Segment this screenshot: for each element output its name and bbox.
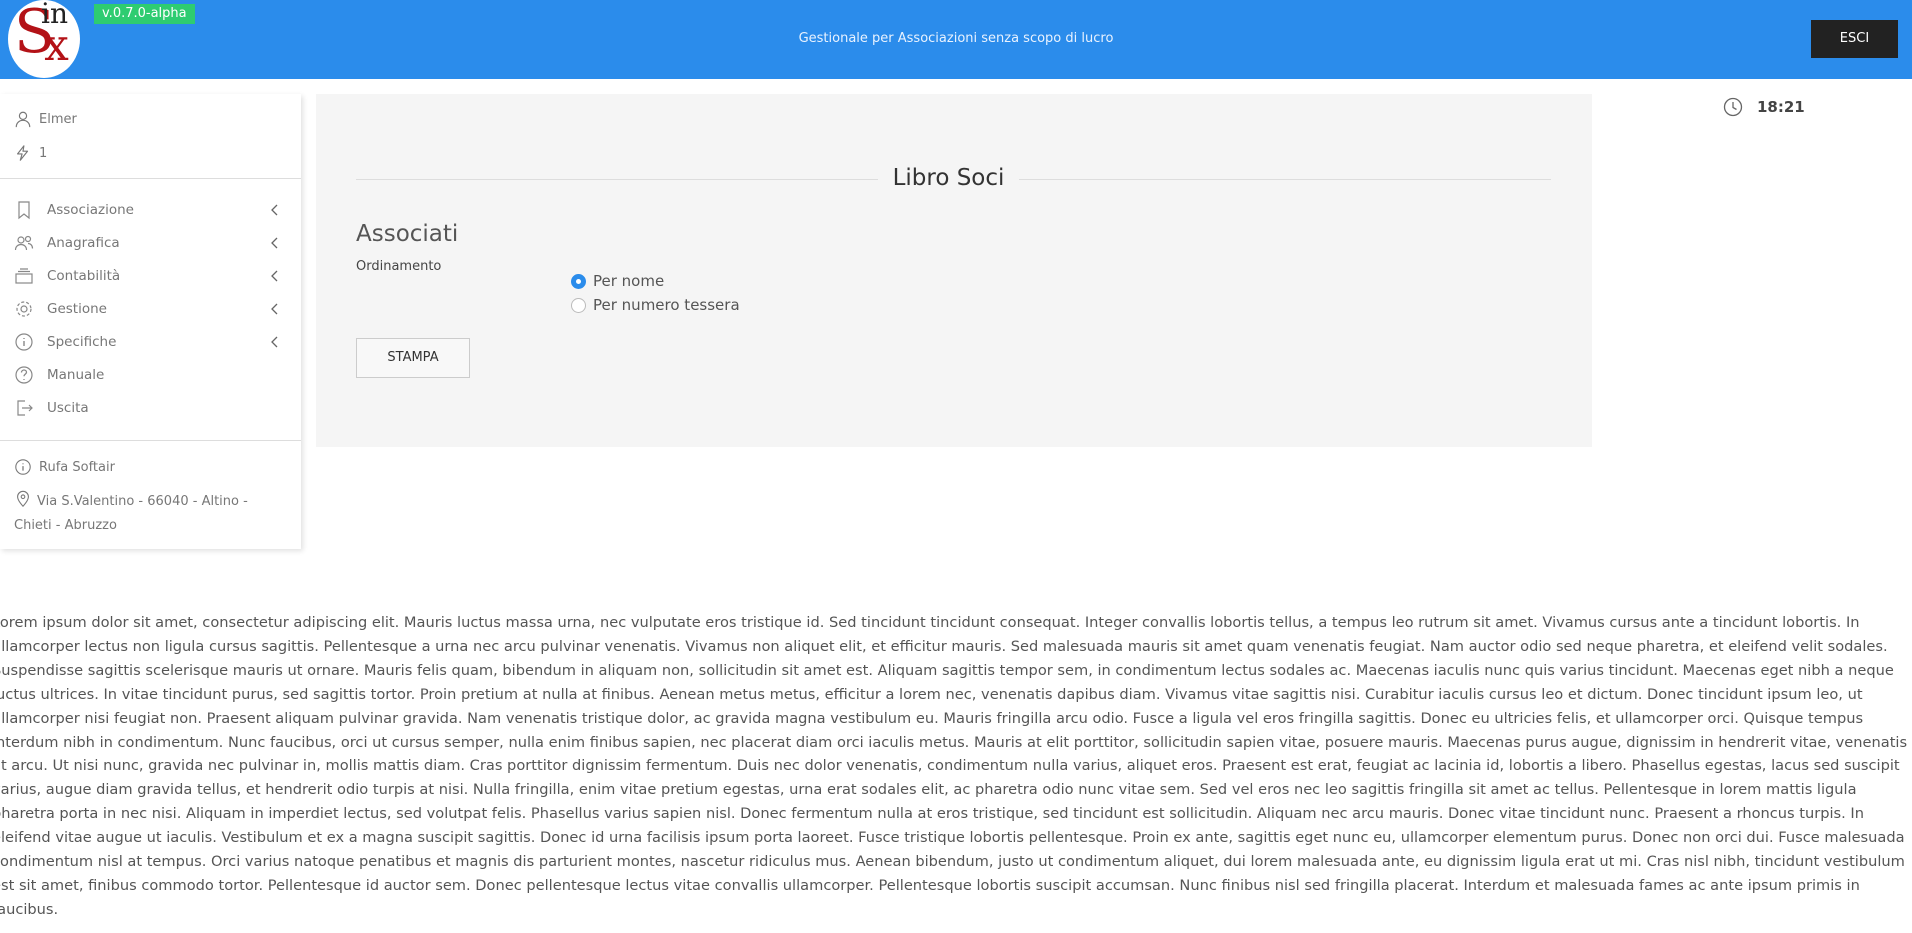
info-icon — [15, 459, 31, 475]
clock: 18:21 — [1723, 97, 1805, 117]
heading-rule-right — [1019, 179, 1551, 180]
sidebar-divider — [0, 178, 301, 179]
stack-icon — [15, 268, 33, 284]
chevron-left-icon — [271, 303, 278, 315]
logout-icon — [17, 400, 33, 416]
sidebar-item-associazione[interactable]: Associazione — [14, 198, 282, 222]
print-button[interactable]: STAMPA — [356, 338, 470, 378]
clock-icon — [1723, 97, 1743, 117]
sidebar-item-label: Manuale — [47, 367, 105, 383]
radio-sort-by-name[interactable]: Per nome — [571, 272, 664, 290]
version-badge: v.0.7.0-alpha — [94, 4, 195, 24]
exit-button[interactable]: ESCI — [1811, 20, 1898, 58]
radio-label: Per numero tessera — [593, 296, 740, 314]
sidebar-item-uscita[interactable]: Uscita — [14, 396, 282, 420]
app-subtitle: Gestionale per Associazioni senza scopo … — [798, 31, 1114, 46]
heading-rule-left — [356, 179, 878, 180]
help-icon — [15, 366, 33, 384]
user-icon — [15, 111, 31, 128]
sidebar-item-anagrafica[interactable]: Anagrafica — [14, 231, 282, 255]
top-bar: S in x v.0.7.0-alpha Gestionale per Asso… — [0, 0, 1912, 79]
company-name: Rufa Softair — [39, 459, 115, 475]
sidebar-item-label: Anagrafica — [47, 235, 120, 251]
info-icon — [15, 333, 33, 351]
radio-sort-by-card-number[interactable]: Per numero tessera — [571, 296, 740, 314]
sidebar-count: 1 — [14, 142, 47, 164]
address-text: Via S.Valentino - 66040 - Altino - Chiet… — [14, 494, 248, 533]
users-icon — [14, 235, 34, 251]
sidebar-item-gestione[interactable]: Gestione — [14, 297, 282, 321]
bookmark-icon — [18, 201, 30, 220]
radio-button-checked[interactable] — [571, 273, 586, 289]
chevron-left-icon — [271, 204, 278, 216]
sidebar-user: Elmer — [14, 108, 77, 130]
chevron-left-icon — [271, 237, 278, 249]
radio-label: Per nome — [593, 272, 665, 290]
sidebar-divider — [0, 440, 301, 441]
main-panel: Libro Soci Associati Ordinamento Per nom… — [316, 94, 1592, 447]
sort-label: Ordinamento — [356, 259, 442, 274]
company-info: Rufa Softair — [14, 456, 115, 478]
chevron-left-icon — [271, 336, 278, 348]
sidebar-item-label: Gestione — [47, 301, 107, 317]
lightning-icon — [17, 145, 29, 161]
sidebar-item-contabilita[interactable]: Contabilità — [14, 264, 282, 288]
page-title: Libro Soci — [892, 165, 1005, 191]
radio-button[interactable] — [571, 297, 586, 313]
clock-time: 18:21 — [1757, 98, 1805, 116]
location-pin-icon — [17, 490, 29, 507]
footer-text: Lorem ipsum dolor sit amet, consectetur … — [0, 614, 1908, 918]
sidebar-item-label: Uscita — [47, 400, 89, 416]
sidebar-item-label: Associazione — [47, 202, 134, 218]
sidebar-item-label: Specifiche — [47, 334, 117, 350]
user-name: Elmer — [39, 111, 77, 127]
sidebar-item-manuale[interactable]: Manuale — [14, 363, 282, 387]
sidebar-item-label: Contabilità — [47, 268, 121, 284]
sidebar: Elmer 1 Associazione Anagrafica Contabil… — [0, 94, 301, 549]
sidebar-item-specifiche[interactable]: Specifiche — [14, 330, 282, 354]
chevron-left-icon — [271, 270, 278, 282]
count-value: 1 — [39, 145, 48, 161]
company-address: Via S.Valentino - 66040 - Altino - Chiet… — [14, 490, 284, 538]
gear-icon — [16, 301, 32, 317]
section-title: Associati — [356, 221, 459, 247]
